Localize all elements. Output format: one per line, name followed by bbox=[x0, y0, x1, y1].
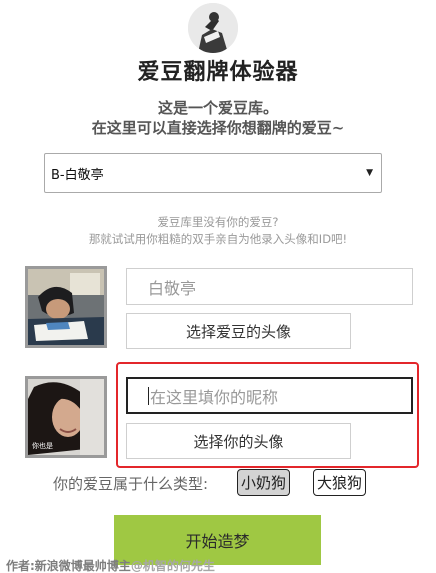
watermark-author: 作者:新浪微博最帅博主 bbox=[6, 559, 131, 573]
idol-name-value: 白敬亭 bbox=[148, 278, 197, 298]
text-caret bbox=[148, 386, 149, 405]
choose-idol-avatar-button[interactable]: 选择爱豆的头像 bbox=[126, 313, 351, 349]
hint-line-1: 爱豆库里没有你的爱豆? bbox=[157, 215, 279, 229]
intro-text: 这是一个爱豆库。 在这里可以直接选择你想翻牌的爱豆~ bbox=[0, 98, 436, 138]
idol-avatar bbox=[25, 266, 107, 348]
author-watermark: 作者:新浪微博最帅博主@机智的何先生 bbox=[6, 557, 215, 573]
choose-user-avatar-button[interactable]: 选择你的头像 bbox=[126, 423, 351, 459]
nickname-placeholder: 在这里填你的昵称 bbox=[150, 387, 279, 407]
intro-line-1: 这是一个爱豆库。 bbox=[157, 99, 278, 117]
idol-select-value: B-白敬亭 bbox=[51, 167, 104, 183]
avatar-caption: 你也是 bbox=[32, 442, 53, 450]
hint-text: 爱豆库里没有你的爱豆? 那就试试用你粗糙的双手亲自为他录入头像和ID吧! bbox=[0, 214, 436, 248]
dropdown-arrow-icon: ▼ bbox=[366, 168, 373, 178]
idol-select[interactable]: B-白敬亭 ▼ bbox=[44, 153, 382, 193]
watermark-handle: @机智的何先生 bbox=[130, 559, 215, 573]
intro-line-2: 在这里可以直接选择你想翻牌的爱豆~ bbox=[91, 119, 345, 137]
nickname-input[interactable]: 在这里填你的昵称 bbox=[126, 377, 413, 414]
type-option-wolf[interactable]: 大狼狗 bbox=[313, 469, 367, 496]
hint-line-2: 那就试试用你粗糙的双手亲自为他录入头像和ID吧! bbox=[88, 232, 348, 246]
user-avatar: 你也是 bbox=[25, 376, 107, 458]
app-title: 爱豆翻牌体验器 bbox=[137, 59, 299, 85]
type-option-puppy[interactable]: 小奶狗 bbox=[237, 469, 291, 496]
idol-name-input[interactable]: 白敬亭 bbox=[126, 268, 413, 305]
type-question-label: 你的爱豆属于什么类型: bbox=[53, 475, 209, 493]
app-logo bbox=[188, 3, 238, 53]
